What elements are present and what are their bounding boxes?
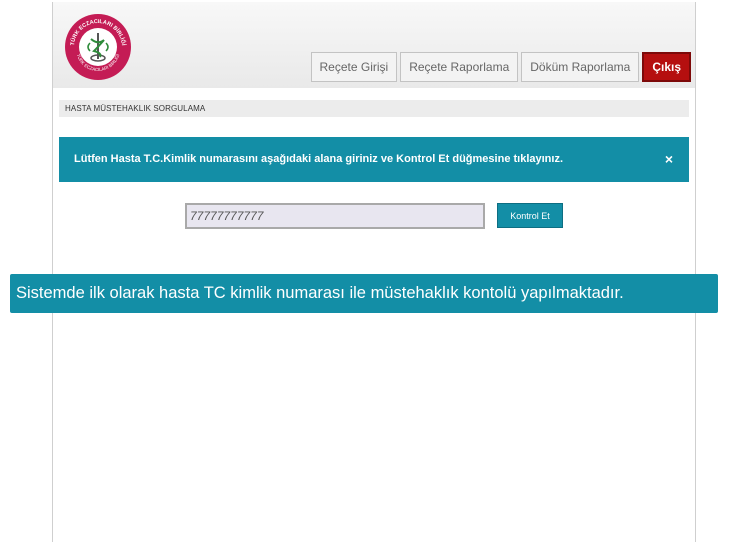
main-nav: Reçete Girişi Reçete Raporlama Döküm Rap… <box>310 52 691 82</box>
section-title: HASTA MÜSTEHAKLIK SORGULAMA <box>59 100 689 117</box>
info-message: Lütfen Hasta T.C.Kimlik numarasını aşağı… <box>74 153 564 165</box>
tc-kimlik-input[interactable] <box>185 203 485 229</box>
caduceus-logo-icon: TÜRK ECZACILARI BİRLİĞİ TÜRK ECZACILARI … <box>65 14 131 80</box>
nav-recete-raporlama[interactable]: Reçete Raporlama <box>400 52 519 82</box>
exit-button[interactable]: Çıkış <box>642 52 691 82</box>
info-banner: Lütfen Hasta T.C.Kimlik numarasını aşağı… <box>59 137 689 182</box>
kontrol-et-button[interactable]: Kontrol Et <box>497 203 563 228</box>
tutorial-caption: Sistemde ilk olarak hasta TC kimlik numa… <box>10 274 718 313</box>
app-frame: TÜRK ECZACILARI BİRLİĞİ TÜRK ECZACILARI … <box>52 2 696 542</box>
nav-recete-girisi[interactable]: Reçete Girişi <box>310 52 398 82</box>
nav-dokum-raporlama[interactable]: Döküm Raporlama <box>521 52 640 82</box>
header: TÜRK ECZACILARI BİRLİĞİ TÜRK ECZACILARI … <box>53 2 695 88</box>
logo[interactable]: TÜRK ECZACILARI BİRLİĞİ TÜRK ECZACILARI … <box>64 13 132 81</box>
close-icon[interactable]: × <box>665 137 673 182</box>
